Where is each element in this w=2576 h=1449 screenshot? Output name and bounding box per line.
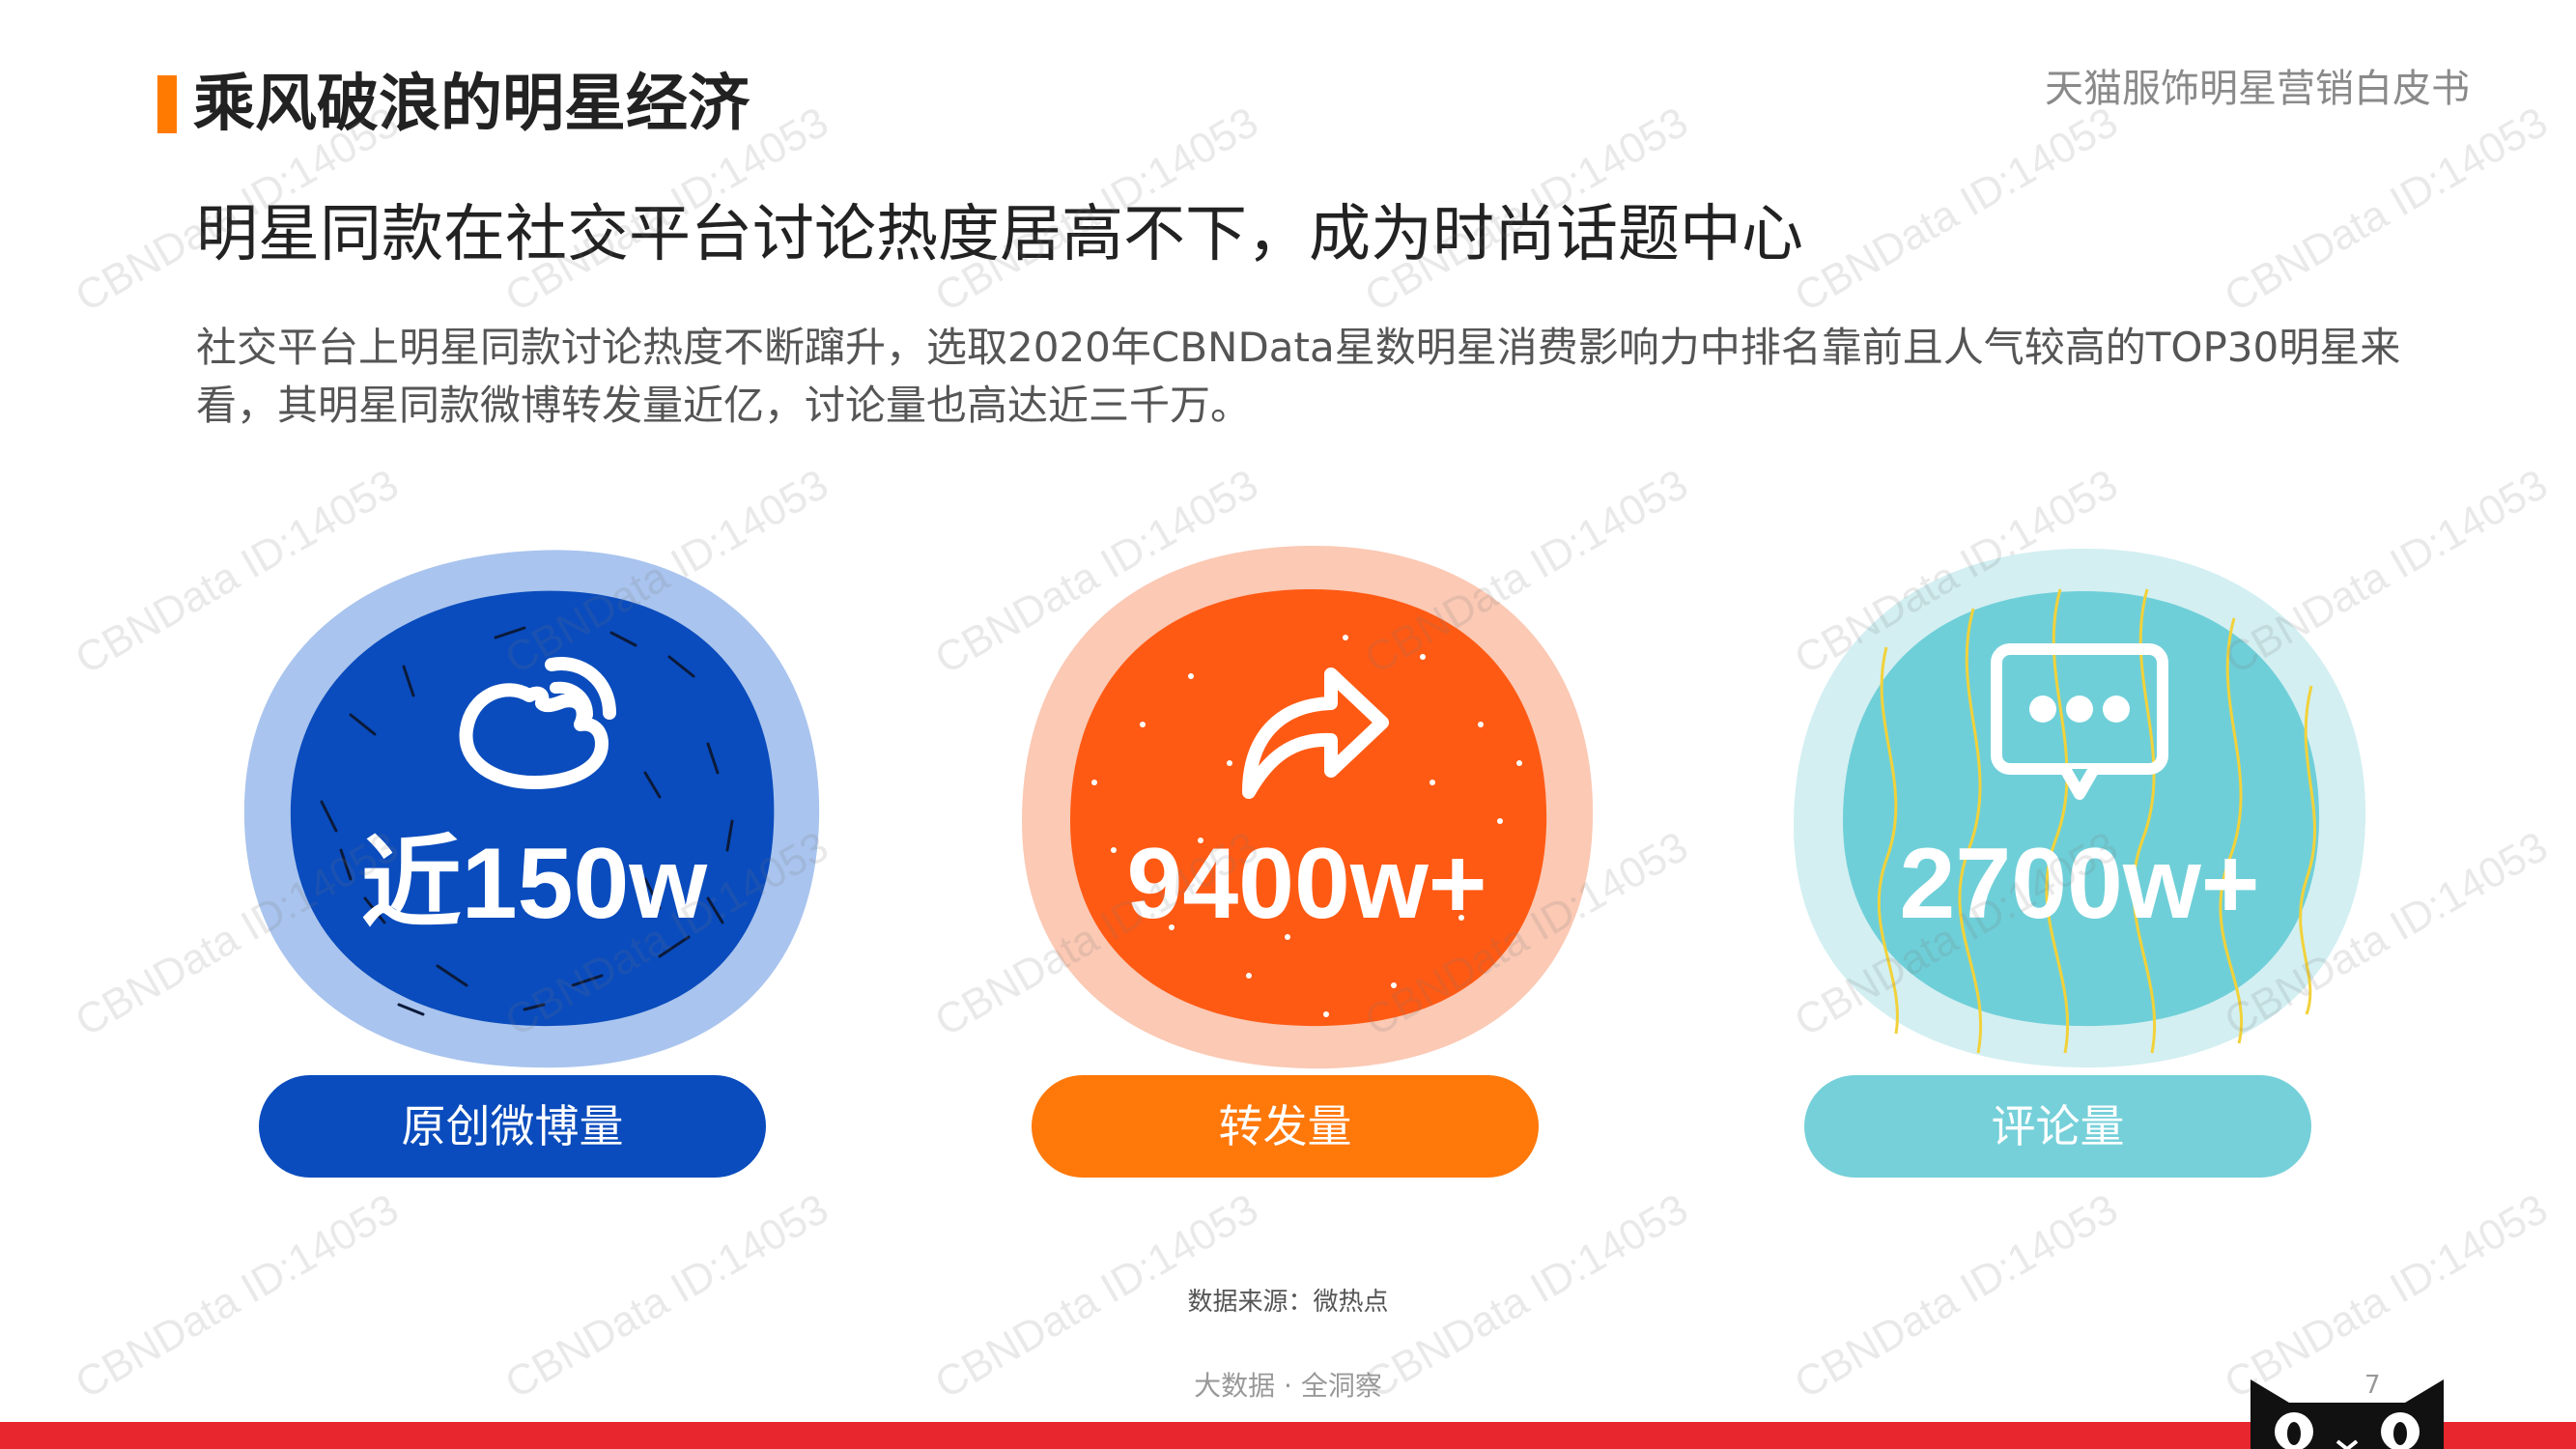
stat-reposts: 9400w+ 转发量 [978, 531, 1635, 1208]
stat-value-original-weibo: 近150w [360, 828, 708, 940]
stat-original-weibo: 近150w 原创微博量 [206, 531, 863, 1208]
stat-label-original-weibo: 原创微博量 [259, 1075, 766, 1178]
stat-label-comments: 评论量 [1804, 1075, 2311, 1178]
share-arrow-icon [1242, 668, 1389, 799]
report-name: 天猫服饰明星营销白皮书 [2045, 67, 2470, 111]
footer-tagline: 大数据 · 全洞察 [1194, 1370, 1382, 1402]
data-source: 数据来源：微热点 [1187, 1288, 1389, 1317]
stat-label-reposts: 转发量 [1032, 1075, 1539, 1178]
stat-value-comments: 2700w+ [1899, 828, 2260, 940]
comment-bubble-icon [1991, 643, 2168, 800]
stat-value-reposts: 9400w+ [1126, 828, 1487, 940]
bottom-red-bar [0, 1422, 2576, 1449]
watermark-text: CBNData ID:14053 [2217, 98, 2556, 322]
watermark-text: CBNData ID:14053 [1787, 98, 2126, 322]
title-accent-bar [157, 75, 177, 133]
description: 社交平台上明星同款讨论热度不断蹿升，选取2020年CBNData星数明星消费影响… [196, 324, 2401, 429]
stat-comments: 2700w+ 评论量 [1751, 531, 2408, 1208]
tmall-cat-logo [2250, 1379, 2444, 1449]
section-title: 乘风破浪的明星经济 [193, 69, 750, 140]
weibo-icon [459, 657, 616, 789]
headline: 明星同款在社交平台讨论热度居高不下，成为时尚话题中心 [196, 199, 1803, 270]
